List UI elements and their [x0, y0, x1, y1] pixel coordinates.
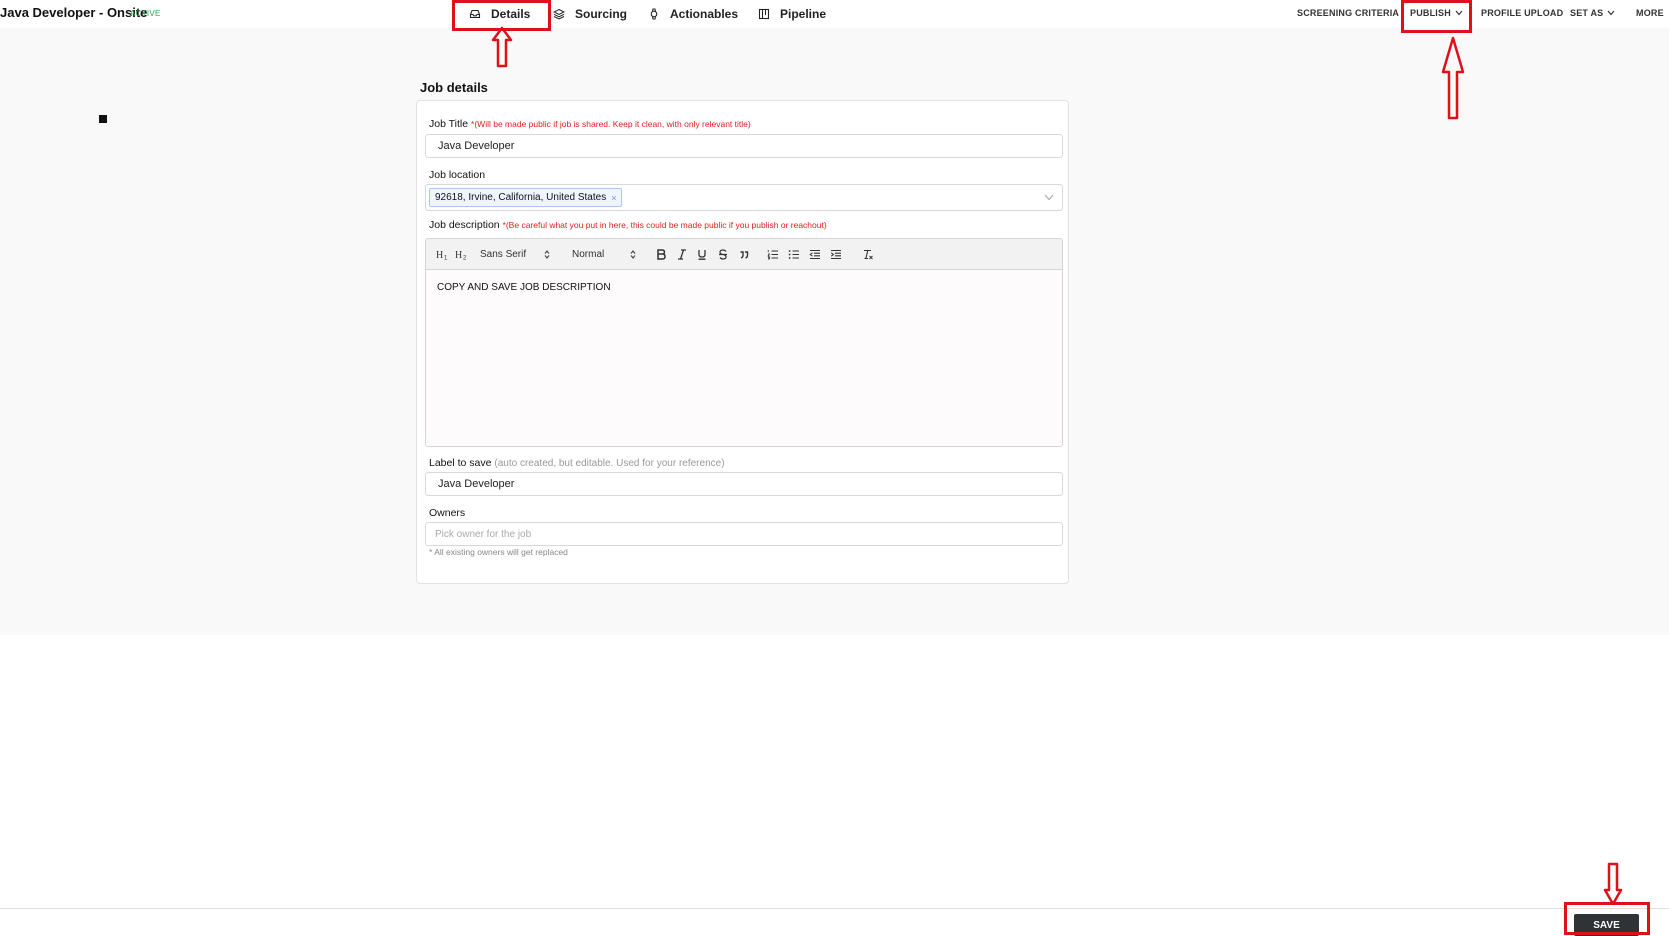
- strikethrough-icon[interactable]: [718, 239, 728, 269]
- tab-sourcing[interactable]: Sourcing: [552, 0, 627, 28]
- label-to-save-field-label: Label to save (auto created, but editabl…: [429, 457, 725, 469]
- editor-content[interactable]: COPY AND SAVE JOB DESCRIPTION: [426, 270, 1062, 446]
- job-title-heading: Java Developer - Onsite: [0, 5, 148, 20]
- owners-helper-text: * All existing owners will get replaced: [429, 547, 568, 557]
- label-to-save-label-text: Label to save: [429, 457, 492, 469]
- heading-1-icon[interactable]: H1: [436, 239, 450, 269]
- label-to-save-input[interactable]: [425, 472, 1063, 496]
- marker-square: [99, 115, 107, 123]
- indent-icon[interactable]: [830, 239, 842, 269]
- job-title-note: *(Will be made public if job is shared. …: [471, 119, 751, 129]
- outdent-icon[interactable]: [809, 239, 821, 269]
- profile-upload-link[interactable]: PROFILE UPLOAD: [1481, 0, 1563, 26]
- job-description-label-text: Job description: [429, 219, 500, 231]
- label-to-save-input-field[interactable]: [438, 478, 1062, 490]
- screening-criteria-label: SCREENING CRITERIA: [1297, 8, 1400, 18]
- more-menu[interactable]: MORE: [1636, 0, 1664, 26]
- location-chip: 92618, Irvine, California, United States…: [429, 188, 623, 207]
- set-as-label: SET AS: [1570, 8, 1604, 18]
- footer-divider: [0, 908, 1669, 909]
- chevron-down-icon: [1607, 10, 1615, 16]
- tab-actionables-label: Actionables: [670, 7, 739, 21]
- editor-toolbar: H1 H2 Sans Serif Normal: [426, 239, 1062, 270]
- owners-input[interactable]: [425, 522, 1063, 546]
- font-size-select[interactable]: Normal: [572, 239, 604, 269]
- more-label: MORE: [1636, 8, 1664, 18]
- job-title-input[interactable]: [425, 134, 1063, 158]
- annotation-arrow-up-icon: [491, 26, 513, 68]
- font-family-select[interactable]: Sans Serif: [480, 239, 526, 269]
- font-select-stepper-icon[interactable]: [544, 239, 550, 269]
- ordered-list-icon[interactable]: [767, 239, 779, 269]
- job-location-field-label: Job location: [429, 169, 486, 181]
- tab-pipeline-label: Pipeline: [780, 7, 827, 21]
- section-title: Job details: [420, 80, 488, 95]
- underline-icon[interactable]: [697, 239, 707, 269]
- tab-pipeline[interactable]: Pipeline: [757, 0, 826, 28]
- bullet-list-icon[interactable]: [788, 239, 800, 269]
- font-family-value: Sans Serif: [480, 248, 527, 260]
- annotation-arrow-down-icon: [1603, 862, 1623, 906]
- tab-sourcing-label: Sourcing: [575, 7, 628, 21]
- clear-formatting-icon[interactable]: [862, 239, 874, 269]
- bold-icon[interactable]: [656, 239, 666, 269]
- set-as-dropdown[interactable]: SET AS: [1570, 0, 1615, 26]
- heading-2-icon[interactable]: H2: [455, 239, 469, 269]
- annotation-box-save: [1564, 902, 1650, 935]
- watch-icon: [647, 7, 661, 21]
- label-to-save-hint: (auto created, but editable. Used for yo…: [494, 458, 725, 469]
- job-title-input-field[interactable]: [438, 140, 1062, 152]
- location-chip-text: 92618, Irvine, California, United States: [435, 192, 607, 203]
- job-details-card: Job Title *(Will be made public if job i…: [416, 100, 1069, 584]
- board-icon: [757, 7, 771, 21]
- job-title-field-label: Job Title *(Will be made public if job i…: [429, 118, 751, 130]
- italic-icon[interactable]: [677, 239, 687, 269]
- chevron-down-icon[interactable]: [1044, 192, 1054, 204]
- chip-remove-icon[interactable]: ×: [611, 193, 616, 203]
- layers-icon: [552, 7, 566, 21]
- svg-text:1: 1: [444, 255, 448, 260]
- annotation-arrow-up-icon: [1441, 36, 1465, 120]
- owners-input-field[interactable]: [435, 528, 1062, 540]
- svg-text:H: H: [436, 250, 443, 260]
- job-title-label-text: Job Title: [429, 118, 469, 130]
- font-size-value: Normal: [572, 248, 605, 260]
- job-description-text: COPY AND SAVE JOB DESCRIPTION: [437, 282, 611, 293]
- status-badge: ACTIVE: [130, 9, 161, 18]
- screening-criteria-link[interactable]: SCREENING CRITERIA: [1297, 0, 1399, 26]
- job-location-select[interactable]: 92618, Irvine, California, United States…: [425, 184, 1063, 211]
- job-description-note: *(Be careful what you put in here, this …: [502, 220, 827, 230]
- owners-field-label: Owners: [429, 507, 466, 519]
- profile-upload-label: PROFILE UPLOAD: [1481, 8, 1564, 18]
- blockquote-icon[interactable]: [739, 239, 749, 269]
- svg-text:2: 2: [463, 255, 467, 260]
- annotation-box-publish: [1401, 0, 1472, 33]
- size-select-stepper-icon[interactable]: [630, 239, 636, 269]
- tab-actionables[interactable]: Actionables: [647, 0, 738, 28]
- rich-text-editor: H1 H2 Sans Serif Normal COPY AND SAVE JO…: [425, 238, 1063, 447]
- job-description-field-label: Job description *(Be careful what you pu…: [429, 219, 827, 231]
- svg-text:H: H: [455, 250, 462, 260]
